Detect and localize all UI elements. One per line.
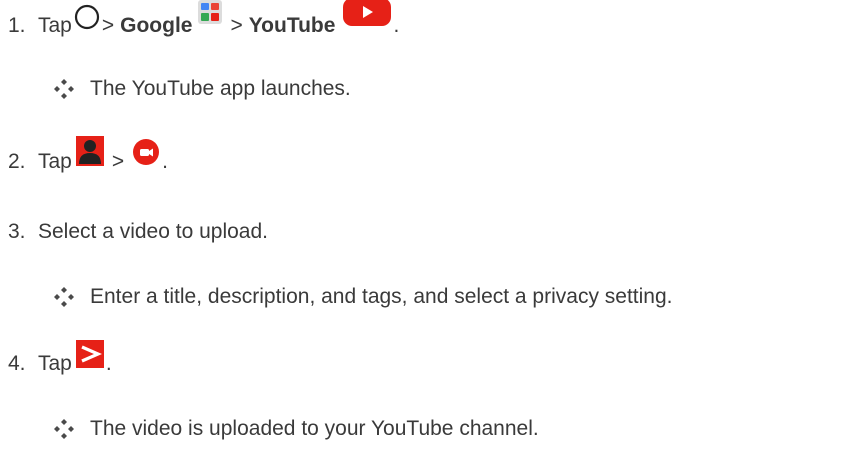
step-end: .	[105, 352, 112, 375]
step-1: 1. Tap > Google > YouTube .	[8, 0, 400, 38]
result-text: The video is uploaded to your YouTube ch…	[90, 417, 539, 440]
step-4: 4. Tap .	[8, 340, 112, 376]
separator: >	[101, 14, 115, 37]
step-3: 3. Select a video to upload.	[8, 210, 268, 244]
result-3: The video is uploaded to your YouTube ch…	[52, 407, 539, 441]
home-circle-icon	[74, 4, 100, 36]
step-verb: Tap	[38, 150, 72, 173]
diamond-bullet-icon	[52, 79, 76, 101]
step-verb: Tap	[38, 14, 72, 37]
result-text: The YouTube app launches.	[90, 77, 351, 100]
account-icon	[75, 136, 104, 172]
step-end: .	[162, 150, 168, 173]
step-2: 2. Tap > .	[8, 136, 168, 174]
google-folder-icon	[198, 0, 223, 30]
google-label: Google	[120, 14, 193, 37]
separator: >	[230, 14, 243, 37]
step-number: 4.	[8, 352, 26, 375]
diamond-bullet-icon	[52, 287, 76, 309]
step-end: .	[393, 14, 400, 37]
step-number: 3.	[8, 220, 26, 243]
step-number: 2.	[8, 150, 26, 173]
diamond-bullet-icon	[52, 419, 76, 441]
result-text: Enter a title, description, and tags, an…	[90, 285, 673, 308]
youtube-label: YouTube	[248, 14, 336, 37]
result-1: The YouTube app launches.	[52, 67, 351, 101]
step-text: Select a video to upload.	[38, 220, 268, 243]
youtube-app-icon	[343, 0, 392, 32]
send-upload-icon	[75, 340, 104, 374]
step-number: 1.	[8, 14, 26, 37]
record-video-icon	[132, 138, 160, 172]
result-2: Enter a title, description, and tags, an…	[52, 275, 672, 309]
step-verb: Tap	[38, 352, 72, 375]
separator: >	[111, 150, 125, 173]
